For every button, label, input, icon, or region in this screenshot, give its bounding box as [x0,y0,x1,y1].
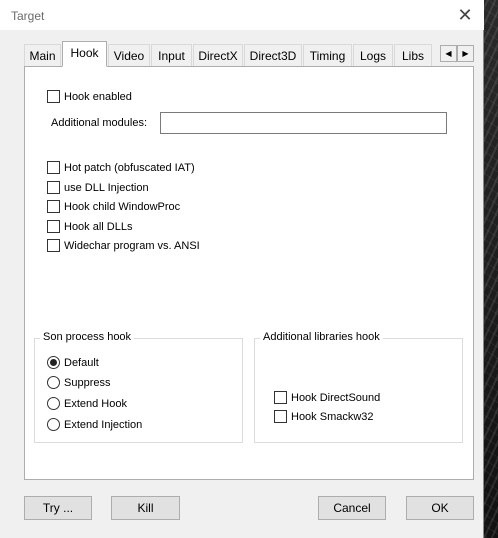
checkbox-box[interactable] [47,220,60,233]
radio-selected-dot [50,359,57,366]
radio-suppress[interactable]: Suppress [47,376,110,389]
additional-modules-input[interactable] [160,112,447,134]
checkbox-box[interactable] [47,239,60,252]
tab-scroll-left-icon[interactable]: ◀ [440,45,457,62]
tab-timing[interactable]: Timing [303,44,352,66]
widechar-program-checkbox[interactable]: Widechar program vs. ANSI [47,239,200,252]
tab-scroll-right-icon[interactable]: ▶ [457,45,474,62]
checkbox-box[interactable] [274,410,287,423]
radio-label: Suppress [64,376,111,389]
son-process-hook-title: Son process hook [40,331,135,343]
kill-button[interactable]: Kill [111,496,180,520]
radio-button[interactable] [47,397,60,410]
tab-input[interactable]: Input [151,44,192,66]
hook-directsound-checkbox[interactable]: Hook DirectSound [274,391,380,404]
checkbox-box[interactable] [47,200,60,213]
checkbox-label: Hook child WindowProc [64,200,181,213]
radio-label: Default [64,356,99,369]
checkbox-label: Widechar program vs. ANSI [64,239,200,252]
radio-button[interactable] [47,418,60,431]
window-title: Target [11,9,45,23]
hook-smackw32-checkbox[interactable]: Hook Smackw32 [274,410,374,423]
hook-child-windowproc-checkbox[interactable]: Hook child WindowProc [47,200,180,213]
checkbox-box[interactable] [47,90,60,103]
ok-button[interactable]: OK [406,496,474,520]
checkbox-label: Hook Smackw32 [291,410,374,423]
checkbox-box[interactable] [47,161,60,174]
checkbox-label: Hook enabled [64,90,132,103]
use-dll-injection-checkbox[interactable]: use DLL Injection [47,181,149,194]
checkbox-label: Hook DirectSound [291,391,381,404]
checkbox-box[interactable] [47,181,60,194]
tab-logs[interactable]: Logs [353,44,393,66]
tab-video[interactable]: Video [108,44,150,66]
tab-main[interactable]: Main [24,44,61,66]
radio-button[interactable] [47,376,60,389]
additional-modules-label: Additional modules: [51,117,148,129]
hook-enabled-checkbox[interactable]: Hook enabled [47,90,132,103]
checkbox-label: use DLL Injection [64,181,149,194]
checkbox-label: Hot patch (obfuscated IAT) [64,161,195,174]
radio-extend-hook[interactable]: Extend Hook [47,397,127,410]
close-icon[interactable]: ✕ [450,2,480,28]
cancel-button[interactable]: Cancel [318,496,386,520]
tab-directx[interactable]: DirectX [193,44,243,66]
checkbox-box[interactable] [274,391,287,404]
title-bar: Target ✕ [0,0,484,30]
hook-all-dlls-checkbox[interactable]: Hook all DLLs [47,220,132,233]
tab-hook[interactable]: Hook [62,41,107,67]
additional-libraries-hook-title: Additional libraries hook [260,331,383,343]
radio-label: Extend Hook [64,397,127,410]
target-dialog: Target ✕ Main Hook Video Input DirectX D… [0,0,484,538]
tab-libs[interactable]: Libs [394,44,432,66]
tab-direct3d[interactable]: Direct3D [244,44,302,66]
checkbox-label: Hook all DLLs [64,220,133,233]
radio-default[interactable]: Default [47,356,99,369]
hot-patch-checkbox[interactable]: Hot patch (obfuscated IAT) [47,161,195,174]
try-button[interactable]: Try ... [24,496,92,520]
radio-extend-injection[interactable]: Extend Injection [47,418,142,431]
radio-button[interactable] [47,356,60,369]
radio-label: Extend Injection [64,418,143,431]
